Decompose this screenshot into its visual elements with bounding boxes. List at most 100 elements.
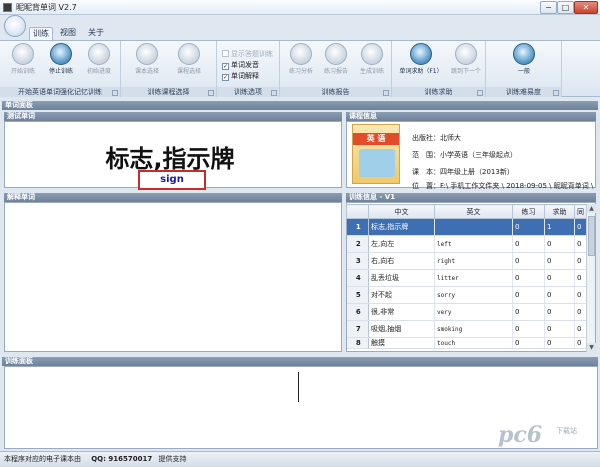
checkbox-checked-icon: ✓ <box>222 74 229 81</box>
group-start-training: 开始训练 停止训练 初始进度 开始英语单词强化记忆训练 <box>0 41 121 97</box>
status-bar: 本程序对应的电子课本由 QQ: 916570017 提供支持 <box>0 451 600 467</box>
difficulty-button[interactable]: 一般 <box>508 43 540 83</box>
report-icon <box>325 43 347 65</box>
group-launcher-icon[interactable] <box>553 90 559 96</box>
reset-progress-button[interactable]: 初始进度 <box>84 43 114 83</box>
group-launcher-icon[interactable] <box>112 90 118 96</box>
word-panel-header: 单词面板 <box>2 101 598 110</box>
training-info-header: 训练信息 - V1 <box>346 193 596 202</box>
status-text: 本程序对应的电子课本由 <box>4 455 81 463</box>
group-label: 训练课程选择 <box>121 87 216 97</box>
grid-header-english[interactable]: 英文 <box>434 204 513 219</box>
ribbon-tabs: 训练 视图 关于 <box>0 27 600 40</box>
test-word-chinese: 标志,指示牌 <box>105 145 235 173</box>
table-row[interactable]: 5 对不起 sorry 0 0 0 <box>346 286 587 304</box>
grid-header-extra[interactable]: 同 <box>574 204 587 219</box>
scroll-down-icon[interactable]: ▼ <box>587 343 596 352</box>
group-label: 训练求助 <box>392 87 485 97</box>
grid-header-row: 中文 英文 练习 求助 同 <box>346 204 587 219</box>
tab-about[interactable]: 关于 <box>85 27 107 40</box>
watermark-text: 下载站 <box>556 427 577 435</box>
grid-header-index <box>346 204 369 219</box>
scope-text: 范 围：小学英语（三年级起点） <box>412 151 517 159</box>
practice-report-button[interactable]: 练习报告 <box>320 43 352 83</box>
grid-vertical-scrollbar[interactable]: ▲ ▼ <box>586 204 596 352</box>
course-select-button[interactable]: 课程选择 <box>173 43 205 83</box>
group-course-select: 课本选择 课程选择 训练课程选择 <box>121 41 217 97</box>
answer-input[interactable]: sign <box>138 170 206 190</box>
group-label: 训练报告 <box>280 87 391 97</box>
group-launcher-icon[interactable] <box>271 90 277 96</box>
star-icon <box>290 43 312 65</box>
practice-analysis-button[interactable]: 练习分析 <box>286 43 316 83</box>
scroll-up-icon[interactable]: ▲ <box>587 204 596 213</box>
text-cursor <box>298 372 299 402</box>
skip-next-button[interactable]: 跳到下一个 <box>450 43 482 83</box>
ribbon: 开始训练 停止训练 初始进度 开始英语单词强化记忆训练 课本选择 课程选择 训练… <box>0 40 600 97</box>
checkbox-checked-icon: ✓ <box>222 63 229 70</box>
table-row[interactable]: 6 很,非常 very 0 0 0 <box>346 303 587 321</box>
watermark-logo: pc6 <box>498 422 543 448</box>
reset-icon <box>88 43 110 65</box>
textbook-picture <box>359 149 395 177</box>
maximize-button[interactable]: □ <box>557 1 574 14</box>
textbook-select-button[interactable]: 课本选择 <box>131 43 163 83</box>
pronounce-checkbox[interactable]: ✓ 单词发音 <box>222 61 259 70</box>
next-icon <box>455 43 477 65</box>
test-word-header: 测试单词 <box>4 112 342 121</box>
window-title: 昵昵背单词 V2.7 <box>16 3 77 12</box>
training-panel-header: 训练面板 <box>2 357 598 366</box>
group-label: 训练选项 <box>217 87 279 97</box>
show-answer-checkbox[interactable]: 显示答题训练 <box>222 50 273 59</box>
group-launcher-icon[interactable] <box>477 90 483 96</box>
stop-icon <box>50 43 72 65</box>
app-menu-orb[interactable] <box>4 15 26 37</box>
group-launcher-icon[interactable] <box>208 90 214 96</box>
stop-training-button[interactable]: 停止训练 <box>44 43 78 83</box>
grid-header-chinese[interactable]: 中文 <box>368 204 435 219</box>
close-button[interactable]: ✕ <box>574 1 598 14</box>
publisher-text: 出版社：北师大 <box>412 134 461 142</box>
generate-icon <box>361 43 383 65</box>
table-row[interactable]: 2 左,向左 left 0 0 0 <box>346 235 587 253</box>
explain-checkbox[interactable]: ✓ 单词解释 <box>222 72 259 81</box>
textbook-title: 英 语 <box>353 133 399 145</box>
textbook-text: 课 本：四年级上册（2013新） <box>412 168 514 176</box>
explain-word-header: 解释单词 <box>4 193 342 202</box>
explain-word-panel[interactable] <box>4 202 342 352</box>
word-help-button[interactable]: 单词求助（F1） <box>398 43 444 83</box>
help-icon <box>410 43 432 65</box>
tab-train[interactable]: 训练 <box>29 27 53 40</box>
minimize-button[interactable]: − <box>540 1 557 14</box>
play-icon <box>12 43 34 65</box>
group-difficulty: 一般 训练难易度 <box>486 41 562 97</box>
training-grid: 中文 英文 练习 求助 同 1 标志,指示牌 0 1 0 2 左,向左 left… <box>346 204 587 349</box>
book-icon <box>136 43 158 65</box>
list-icon <box>178 43 200 65</box>
table-row[interactable]: 7 吸烟,抽烟 smoking 0 0 0 <box>346 320 587 338</box>
status-support: 提供支持 <box>158 455 187 463</box>
title-bar: 昵昵背单词 V2.7 − □ ✕ <box>0 0 600 15</box>
tab-view[interactable]: 视图 <box>57 27 79 40</box>
status-qq: QQ: 916570017 <box>91 455 153 463</box>
start-training-button[interactable]: 开始训练 <box>8 43 38 83</box>
table-row[interactable]: 8 触摸 touch 0 0 0 <box>346 337 587 349</box>
group-label: 开始英语单词强化记忆训练 <box>0 87 120 97</box>
table-row[interactable]: 3 右,向右 right 0 0 0 <box>346 252 587 270</box>
checkbox-unchecked-icon <box>222 50 229 57</box>
app-icon <box>3 3 12 12</box>
table-row[interactable]: 1 标志,指示牌 0 1 0 <box>346 218 587 236</box>
difficulty-icon <box>513 43 535 65</box>
group-training-help: 单词求助（F1） 跳到下一个 训练求助 <box>392 41 486 97</box>
table-row[interactable]: 4 乱丢垃圾 litter 0 0 0 <box>346 269 587 287</box>
group-training-report: 练习分析 练习报告 生成训练 训练报告 <box>280 41 392 97</box>
group-launcher-icon[interactable] <box>383 90 389 96</box>
course-info-header: 课程信息 <box>346 112 596 121</box>
grid-header-practice[interactable]: 练习 <box>512 204 545 219</box>
scroll-thumb[interactable] <box>588 216 595 256</box>
group-label: 训练难易度 <box>486 87 561 97</box>
location-text: 位 置：F:\ 手机工作文件夹 \ 2018-09-05 \ 昵昵背单词 \ .… <box>412 182 594 190</box>
textbook-cover: 英 语 <box>352 124 400 184</box>
generate-training-button[interactable]: 生成训练 <box>356 43 388 83</box>
grid-header-help[interactable]: 求助 <box>544 204 575 219</box>
